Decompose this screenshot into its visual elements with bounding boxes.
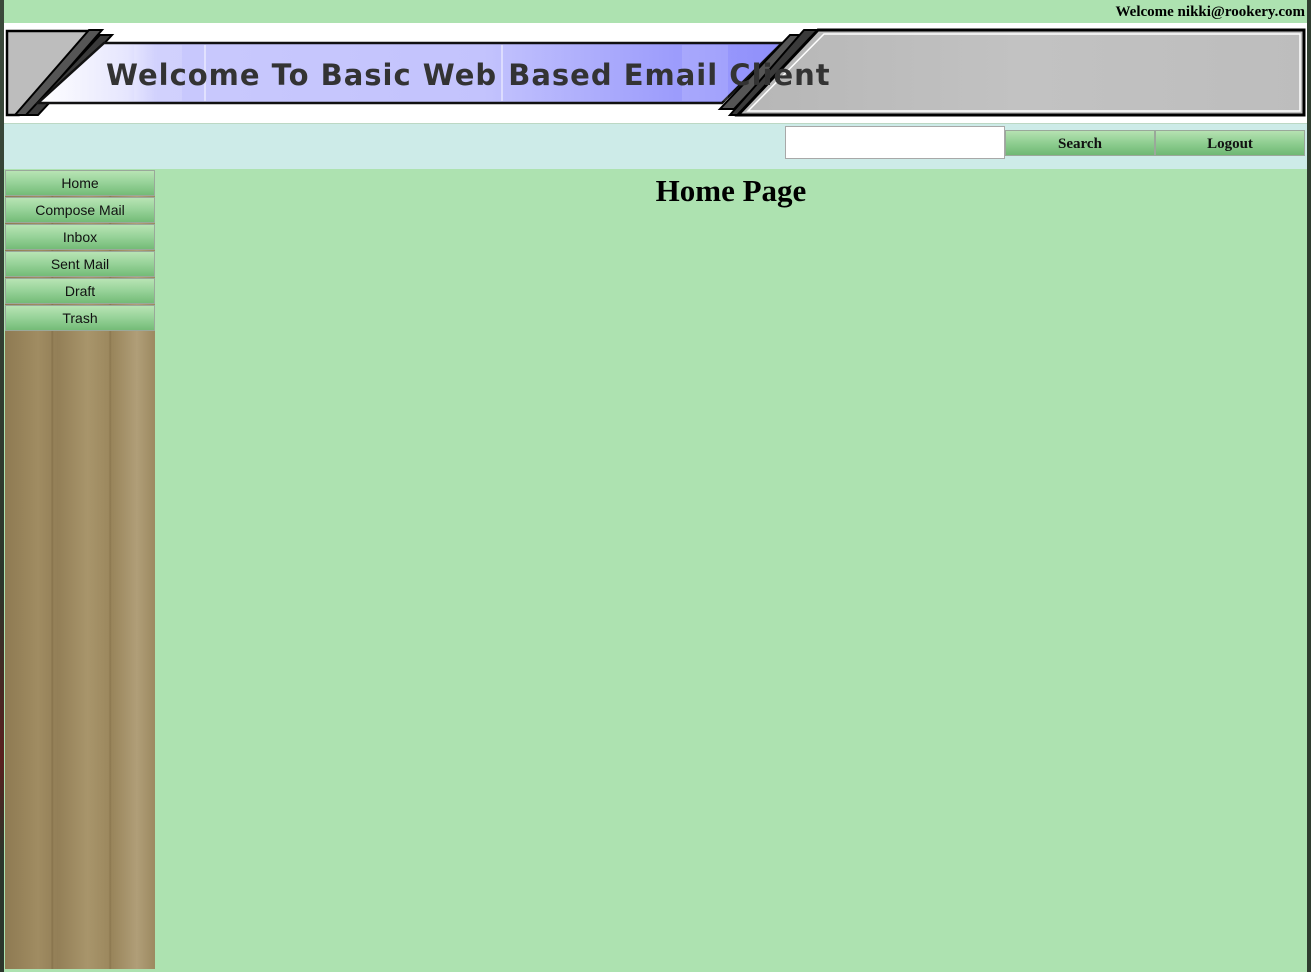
sidebar-nav: Home Compose Mail Inbox Sent Mail Draft … (5, 170, 155, 969)
search-toolbar: Search Logout (4, 123, 1307, 169)
search-button[interactable]: Search (1005, 130, 1155, 156)
banner-title: Welcome To Basic Web Based Email Client (106, 58, 831, 92)
window-right-edge (1307, 0, 1311, 972)
sidebar-item-draft[interactable]: Draft (5, 278, 155, 304)
sidebar-item-home[interactable]: Home (5, 170, 155, 196)
sidebar-item-sent-mail[interactable]: Sent Mail (5, 251, 155, 277)
header-banner: Welcome To Basic Web Based Email Client (4, 23, 1307, 123)
main-content: Home Page (155, 170, 1307, 972)
banner-graphic: Welcome To Basic Web Based Email Client (5, 28, 1306, 117)
sidebar-item-inbox[interactable]: Inbox (5, 224, 155, 250)
search-input[interactable] (785, 126, 1005, 159)
welcome-bar: Welcome nikki@rookery.com (4, 0, 1307, 23)
welcome-user-text: Welcome nikki@rookery.com (1115, 4, 1306, 20)
sidebar-item-trash[interactable]: Trash (5, 305, 155, 331)
page-frame: Welcome nikki@rookery.com Welcome To Bas… (4, 0, 1307, 972)
sidebar-item-compose-mail[interactable]: Compose Mail (5, 197, 155, 223)
logout-button[interactable]: Logout (1155, 130, 1305, 156)
page-title: Home Page (655, 173, 807, 208)
